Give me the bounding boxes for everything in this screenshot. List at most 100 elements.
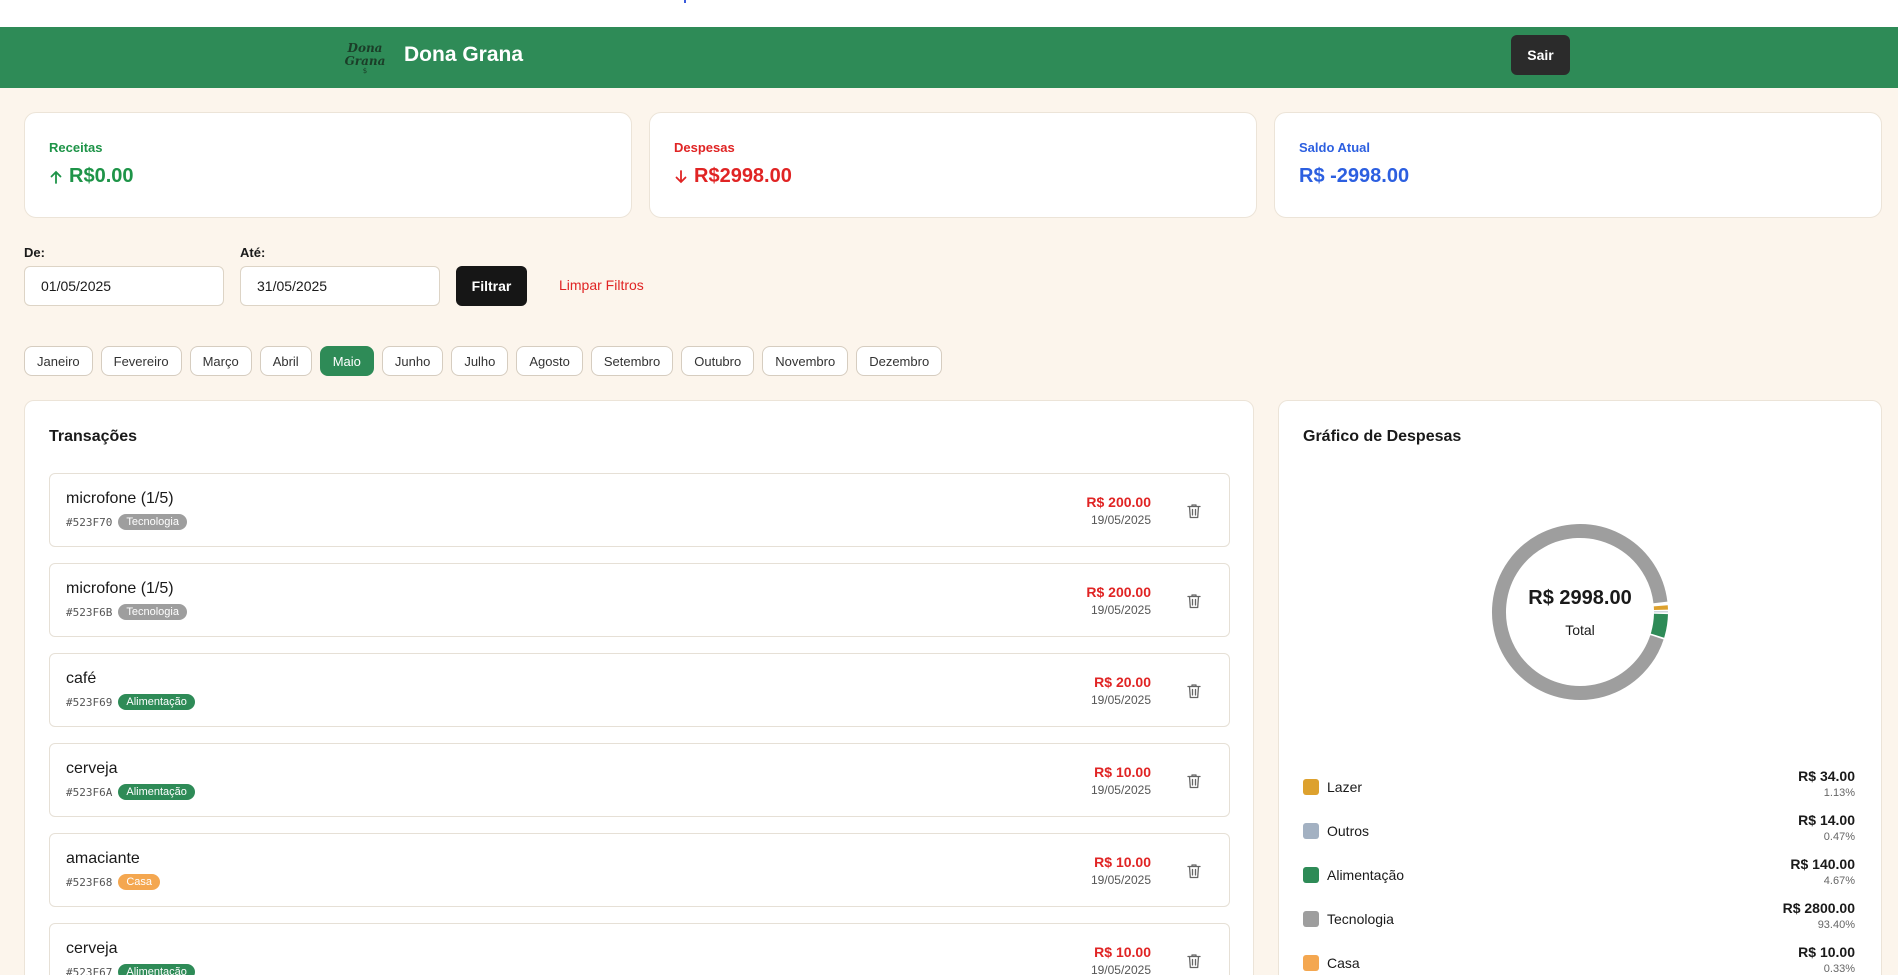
legend-name: Tecnologia [1327,911,1394,927]
transaction-meta: #523F6B Tecnologia [66,604,187,620]
transaction-date: 19/05/2025 [1090,963,1151,975]
balance-label: Saldo Atual [1299,140,1371,155]
chart-legend: Lazer R$ 34.00 1.13% Outros R$ 14.00 0.4… [1303,768,1855,975]
month-marco[interactable]: Março [189,346,252,376]
transaction-row: microfone (1/5) #523F70 Tecnologia R$ 20… [49,473,1230,547]
month-fevereiro[interactable]: Fevereiro [100,346,182,376]
donut-total: R$ 2998.00 [1528,586,1632,609]
transaction-name: cerveja [66,940,118,957]
legend-amount: R$ 34.00 [1798,768,1855,784]
transaction-name: microfone (1/5) [66,580,174,597]
month-agosto[interactable]: Agosto [516,346,583,376]
legend-percent: 1.13% [1823,787,1855,799]
expenses-value: R$2998.00 [694,165,792,187]
legend-swatch [1303,911,1319,927]
logout-button[interactable]: Sair [1511,35,1570,75]
legend-percent: 93.40% [1817,919,1855,931]
trash-icon[interactable] [1185,772,1203,790]
month-julho[interactable]: Julho [451,346,509,376]
transaction-id: #523F69 [66,695,113,709]
category-badge: Tecnologia [118,514,187,530]
logo-text-top: Dona [347,41,383,55]
filter-button[interactable]: Filtrar [456,266,527,306]
arrow-up-icon [50,170,62,184]
from-label: De: [24,245,45,260]
transaction-amount: R$ 10.00 [1094,764,1151,780]
to-label: Até: [240,245,266,260]
transaction-meta: #523F67 Alimentação [66,964,195,975]
category-badge: Alimentação [118,694,195,710]
transaction-date: 19/05/2025 [1090,873,1151,887]
legend-swatch [1303,867,1319,883]
transaction-id: #523F68 [66,875,113,889]
donut-center: R$ 2998.00 Total [1489,521,1671,703]
trash-icon[interactable] [1185,592,1203,610]
month-dezembro[interactable]: Dezembro [856,346,943,376]
transactions-panel: Transações microfone (1/5) #523F70 Tecno… [24,400,1254,975]
legend-item: Tecnologia R$ 2800.00 93.40% [1303,900,1855,944]
legend-swatch [1303,779,1319,795]
legend-name: Alimentação [1327,867,1405,883]
brand-name: Dona Grana [404,43,524,66]
legend-percent: 0.33% [1823,963,1855,975]
trash-icon[interactable] [1185,502,1203,520]
income-value-row: R$0.00 [49,165,607,188]
balance-card: Saldo Atual R$ -2998.00 [1274,112,1882,218]
transaction-meta: #523F69 Alimentação [66,694,195,710]
trash-icon[interactable] [1185,862,1203,880]
transaction-id: #523F70 [66,515,113,529]
legend-amount: R$ 2800.00 [1782,900,1855,916]
legend-name: Lazer [1327,779,1363,795]
arrow-down-icon [675,169,687,183]
legend-percent: 0.47% [1823,831,1855,843]
legend-amount: R$ 14.00 [1798,812,1855,828]
income-label: Receitas [49,140,103,155]
transaction-row: microfone (1/5) #523F6B Tecnologia R$ 20… [49,563,1230,637]
balance-value: R$ -2998.00 [1299,165,1410,187]
brand[interactable]: Dona Grana $ Dona Grana [344,35,523,75]
transaction-id: #523F6A [66,785,113,799]
transaction-date: 19/05/2025 [1090,513,1151,527]
legend-item: Alimentação R$ 140.00 4.67% [1303,856,1855,900]
legend-item: Lazer R$ 34.00 1.13% [1303,768,1855,812]
to-date-input[interactable] [240,266,440,306]
trash-icon[interactable] [1185,682,1203,700]
transaction-meta: #523F68 Casa [66,874,161,890]
logo-text-bottom: Grana [345,54,386,68]
month-maio[interactable]: Maio [319,346,374,376]
transaction-date: 19/05/2025 [1090,693,1151,707]
transaction-name: cerveja [66,760,118,777]
trash-icon[interactable] [1185,952,1203,970]
transaction-row: café #523F69 Alimentação R$ 20.00 19/05/… [49,653,1230,727]
transaction-meta: #523F70 Tecnologia [66,514,187,530]
expense-chart-panel: Gráfico de Despesas R$ 2998.00 Total Laz… [1278,400,1882,975]
donut-total-label: Total [1565,621,1595,638]
category-badge: Alimentação [118,784,195,800]
expenses-card: Despesas R$2998.00 [649,112,1257,218]
logo: Dona Grana $ [344,35,386,75]
income-value: R$0.00 [69,165,134,187]
income-card: Receitas R$0.00 [24,112,632,218]
month-novembro[interactable]: Novembro [762,346,849,376]
transaction-amount: R$ 200.00 [1086,584,1151,600]
month-janeiro[interactable]: Janeiro [24,346,93,376]
transaction-name: amaciante [66,850,140,867]
legend-item: Casa R$ 10.00 0.33% [1303,944,1855,975]
transaction-amount: R$ 20.00 [1094,674,1151,690]
svg-text:$: $ [363,67,367,75]
legend-percent: 4.67% [1823,875,1855,887]
browser-top-strip [0,0,1898,27]
legend-swatch [1303,823,1319,839]
transaction-meta: #523F6A Alimentação [66,784,195,800]
month-junho[interactable]: Junho [381,346,444,376]
category-badge: Casa [118,874,161,890]
month-outubro[interactable]: Outubro [681,346,755,376]
expenses-label: Despesas [674,140,735,155]
transaction-amount: R$ 10.00 [1094,854,1151,870]
clear-filters-button[interactable]: Limpar Filtros [559,277,644,293]
legend-amount: R$ 140.00 [1790,856,1855,872]
legend-name: Casa [1327,955,1360,971]
from-date-input[interactable] [24,266,224,306]
month-abril[interactable]: Abril [259,346,312,376]
month-setembro[interactable]: Setembro [590,346,674,376]
